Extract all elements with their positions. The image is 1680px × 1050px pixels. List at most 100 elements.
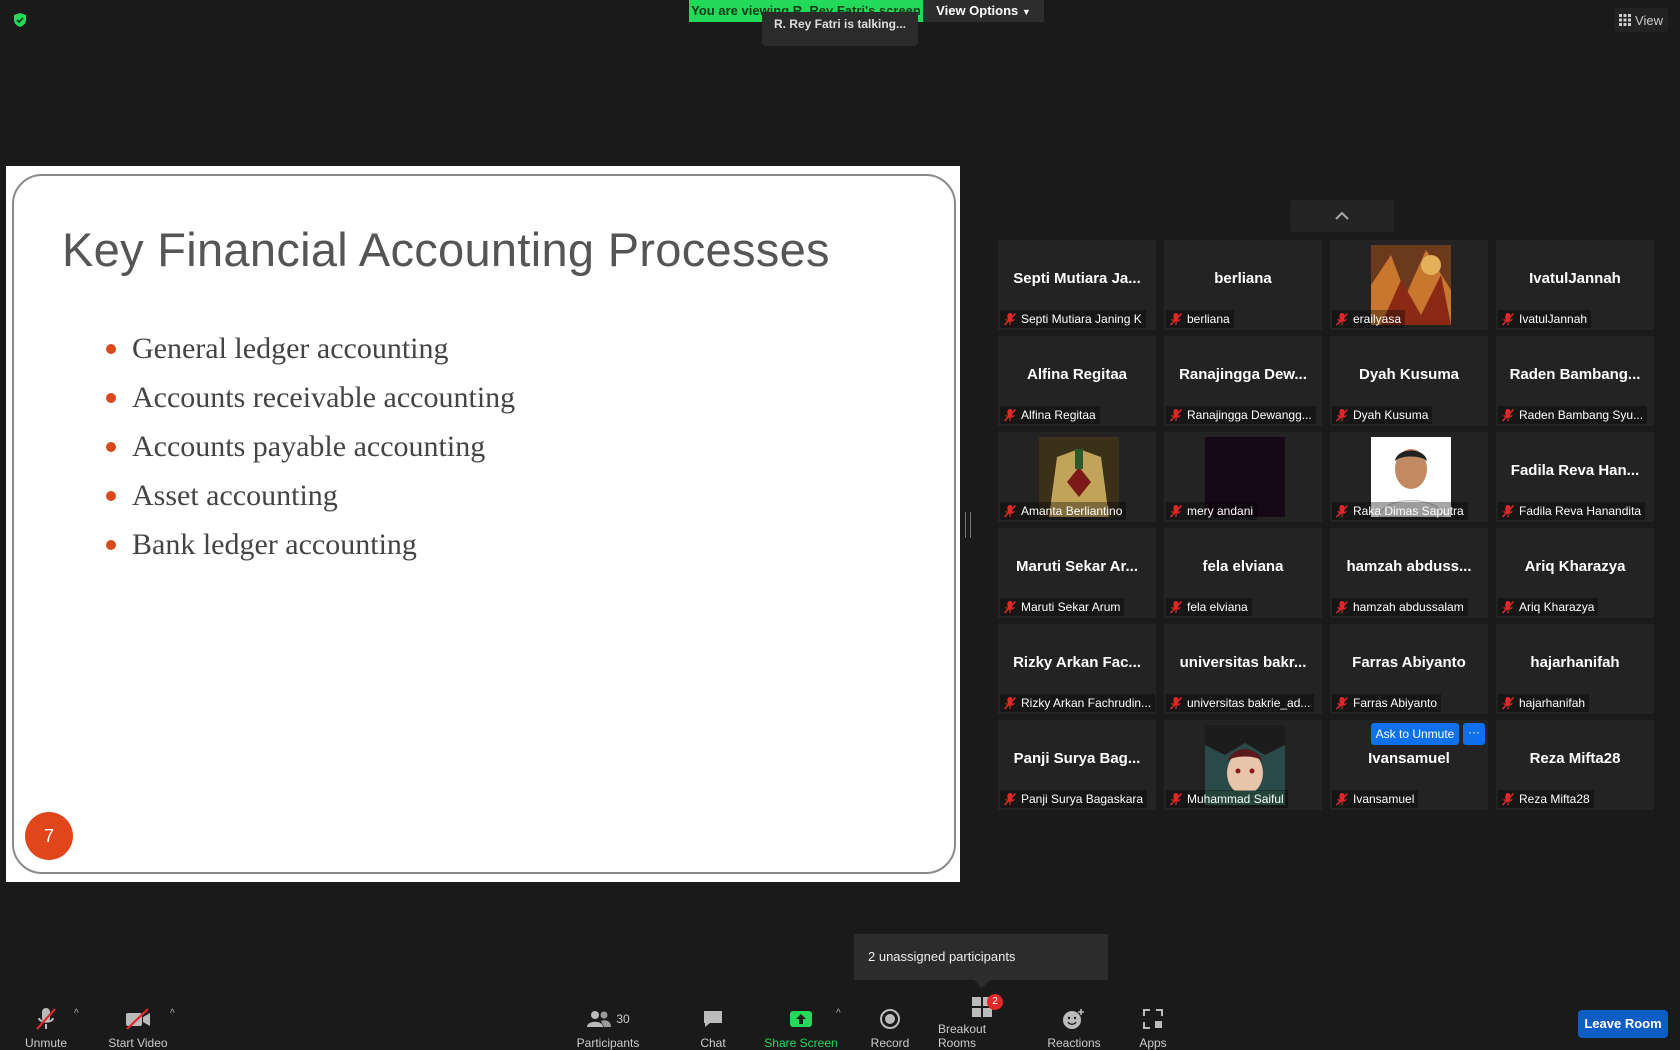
- participant-tile[interactable]: Raden Bambang... Raden Bambang Syu...: [1496, 336, 1654, 426]
- slide-page-number: 7: [25, 812, 73, 860]
- unmute-button[interactable]: Unmute: [20, 1000, 72, 1050]
- participant-tile[interactable]: Panji Surya Bag... Panji Surya Bagaskara: [998, 720, 1156, 810]
- participant-name-label: Panji Surya Bagaskara: [1000, 790, 1148, 808]
- participant-tile[interactable]: Reza Mifta28 Reza Mifta28: [1496, 720, 1654, 810]
- shared-screen: Key Financial Accounting Processes Gener…: [6, 166, 960, 882]
- participant-name: Dyah Kusuma: [1353, 408, 1429, 422]
- view-button-label: View: [1635, 12, 1663, 28]
- participant-name: hajarhanifah: [1519, 696, 1586, 710]
- microphone-muted-icon: [1003, 600, 1017, 614]
- slide-bullet: Asset accounting: [106, 471, 515, 520]
- view-options-label: View Options: [936, 3, 1019, 18]
- participant-name: Ivansamuel: [1353, 792, 1415, 806]
- participant-display-name: Raden Bambang...: [1509, 366, 1641, 383]
- chevron-down-icon: ▼: [1021, 7, 1031, 17]
- audio-options-caret-icon[interactable]: ^: [74, 1008, 79, 1019]
- slide-bullet: General ledger accounting: [106, 324, 515, 373]
- participant-name-label: Amanta Berliantino: [1000, 502, 1127, 520]
- microphone-muted-icon: [1169, 600, 1183, 614]
- participant-name-label: Ranajingga Dewangg...: [1166, 406, 1316, 424]
- apps-icon: [1143, 1009, 1163, 1029]
- participant-name-label: Muhammad Saiful: [1166, 790, 1288, 808]
- participant-tile[interactable]: Fadila Reva Han... Fadila Reva Hanandita: [1496, 432, 1654, 522]
- panel-resize-handle[interactable]: [965, 512, 971, 538]
- smiley-plus-icon: [1063, 1009, 1084, 1029]
- participant-name: Ariq Kharazya: [1519, 600, 1595, 614]
- participant-tile[interactable]: Dyah Kusuma Dyah Kusuma: [1330, 336, 1488, 426]
- view-options-button[interactable]: View Options ▼: [923, 0, 1044, 22]
- reactions-button[interactable]: Reactions: [1045, 1000, 1103, 1050]
- participant-display-name: berliana: [1214, 270, 1272, 287]
- participant-name-label: universitas bakrie_ad...: [1166, 694, 1315, 712]
- security-shield-icon[interactable]: [12, 12, 28, 28]
- participant-name-label: berliana: [1166, 310, 1234, 328]
- participant-tile[interactable]: IvatulJannah IvatulJannah: [1496, 240, 1654, 330]
- microphone-muted-icon: [1003, 792, 1017, 806]
- ask-to-unmute-button[interactable]: Ask to Unmute: [1371, 723, 1459, 745]
- participant-tile[interactable]: mery andani: [1164, 432, 1322, 522]
- participants-count: 30: [616, 1012, 630, 1026]
- participants-button[interactable]: 30 Participants: [574, 1000, 642, 1050]
- unassigned-participants-tooltip: 2 unassigned participants: [854, 934, 1108, 988]
- start-video-button[interactable]: Start Video: [104, 1000, 172, 1050]
- video-options-caret-icon[interactable]: ^: [170, 1008, 175, 1019]
- microphone-muted-icon: [1335, 696, 1349, 710]
- participant-name-label: hajarhanifah: [1498, 694, 1590, 712]
- participant-tile[interactable]: hamzah abduss... hamzah abdussalam: [1330, 528, 1488, 618]
- participant-name-label: Raka Dimas Saputra: [1332, 502, 1468, 520]
- participant-name-label: fela elviana: [1166, 598, 1252, 616]
- share-options-caret-icon[interactable]: ^: [836, 1008, 841, 1019]
- participant-tile[interactable]: Maruti Sekar Ar... Maruti Sekar Arum: [998, 528, 1156, 618]
- participant-name-label: Rizky Arkan Fachrudin...: [1000, 694, 1156, 712]
- participant-tile[interactable]: Muhammad Saiful: [1164, 720, 1322, 810]
- leave-room-button[interactable]: Leave Room: [1578, 1010, 1668, 1038]
- participant-display-name: Dyah Kusuma: [1358, 366, 1460, 383]
- bullet-dot-icon: [106, 343, 116, 354]
- slide-bullet: Accounts payable accounting: [106, 422, 515, 471]
- participant-tile[interactable]: Amanta Berliantino: [998, 432, 1156, 522]
- bullet-dot-icon: [106, 392, 116, 403]
- participant-tile[interactable]: Raka Dimas Saputra: [1330, 432, 1488, 522]
- microphone-muted-icon: [1169, 408, 1183, 422]
- collapse-gallery-button[interactable]: [1290, 200, 1394, 232]
- record-icon: [880, 1009, 900, 1029]
- participant-name: Reza Mifta28: [1519, 792, 1590, 806]
- participant-tile[interactable]: Rizky Arkan Fac... Rizky Arkan Fachrudin.…: [998, 624, 1156, 714]
- microphone-muted-icon: [1169, 696, 1183, 710]
- microphone-muted-icon: [1003, 312, 1017, 326]
- participant-tile[interactable]: Alfina Regitaa Alfina Regitaa: [998, 336, 1156, 426]
- record-button[interactable]: Record: [866, 1000, 914, 1050]
- participant-name: Rizky Arkan Fachrudin...: [1021, 696, 1152, 710]
- microphone-muted-icon: [1501, 408, 1515, 422]
- participant-name: IvatulJannah: [1519, 312, 1588, 326]
- participant-tile[interactable]: fela elviana fela elviana: [1164, 528, 1322, 618]
- participant-name-label: IvatulJannah: [1498, 310, 1592, 328]
- participant-name: universitas bakrie_ad...: [1187, 696, 1311, 710]
- participant-name-label: mery andani: [1166, 502, 1258, 520]
- participant-tile[interactable]: berliana berliana: [1164, 240, 1322, 330]
- participant-tile[interactable]: universitas bakr... universitas bakrie_ad…: [1164, 624, 1322, 714]
- participant-tile[interactable]: hajarhanifah hajarhanifah: [1496, 624, 1654, 714]
- participant-tile[interactable]: Ariq Kharazya Ariq Kharazya: [1496, 528, 1654, 618]
- microphone-muted-icon: [1335, 504, 1349, 518]
- participant-display-name: Rizky Arkan Fac...: [1013, 654, 1141, 671]
- more-options-button[interactable]: ···: [1463, 723, 1485, 745]
- unmute-label: Unmute: [24, 1036, 68, 1050]
- participant-tile[interactable]: Ranajingga Dew... Ranajingga Dewangg...: [1164, 336, 1322, 426]
- participant-display-name: Reza Mifta28: [1529, 750, 1621, 767]
- breakout-rooms-button[interactable]: 2 Breakout Rooms: [938, 994, 1026, 1050]
- participant-tile[interactable]: erailyasa: [1330, 240, 1488, 330]
- participant-tile[interactable]: Farras Abiyanto Farras Abiyanto: [1330, 624, 1488, 714]
- participant-display-name: Ariq Kharazya: [1524, 558, 1626, 575]
- bullet-dot-icon: [106, 490, 116, 501]
- microphone-muted-icon: [1003, 408, 1017, 422]
- chat-button[interactable]: Chat: [690, 1000, 736, 1050]
- slide-bullet-list: General ledger accounting Accounts recei…: [106, 324, 515, 569]
- view-button[interactable]: View: [1614, 8, 1668, 32]
- participant-tile[interactable]: Septi Mutiara Ja... Septi Mutiara Janing …: [998, 240, 1156, 330]
- participant-display-name: Septi Mutiara Ja...: [1013, 270, 1141, 287]
- participant-display-name: IvatulJannah: [1529, 270, 1621, 287]
- microphone-muted-icon: [1501, 504, 1515, 518]
- share-screen-button[interactable]: Share Screen: [762, 1000, 840, 1050]
- apps-button[interactable]: Apps: [1136, 1000, 1170, 1050]
